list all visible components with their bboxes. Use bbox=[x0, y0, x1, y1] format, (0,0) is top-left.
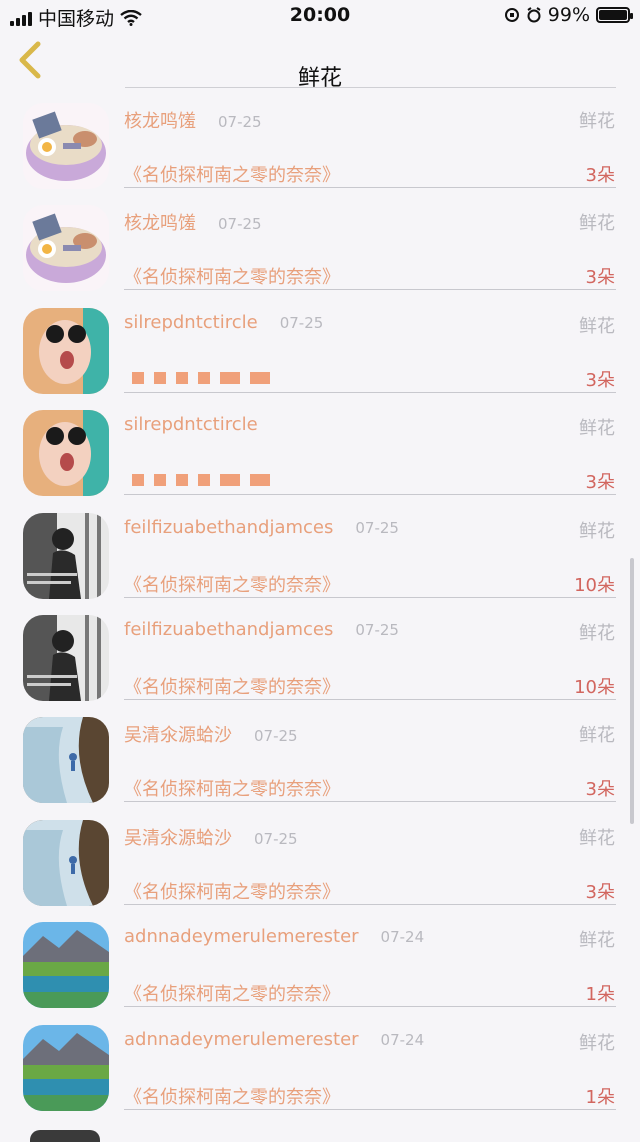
gift-type: 鲜花 bbox=[579, 111, 615, 132]
work-title[interactable]: 《名侦探柯南之零的奈奈》 bbox=[124, 775, 340, 801]
battery-icon bbox=[596, 7, 633, 23]
flower-count: 10朵 bbox=[574, 677, 615, 698]
list-item[interactable]: feilfizuabethandjamces 07-25 鲜花《名侦探柯南之零的奈奈… bbox=[0, 597, 640, 701]
send-date: 07-25 bbox=[218, 215, 262, 234]
flower-count: 1朵 bbox=[585, 984, 615, 1006]
list-item[interactable]: feilfizuabethandjamces 07-25 鲜花《名侦探柯南之零的奈奈… bbox=[0, 495, 640, 599]
battery-percent: 99% bbox=[547, 4, 590, 26]
sender-name[interactable]: 吴清氽源蛤沙 07-25 bbox=[124, 824, 298, 850]
avatar[interactable] bbox=[23, 615, 109, 701]
redacted-text bbox=[132, 474, 270, 487]
list-item[interactable]: 吴清氽源蛤沙 07-25 鲜花《名侦探柯南之零的奈奈》 3朵 bbox=[0, 699, 640, 804]
row-divider bbox=[124, 1108, 616, 1110]
orientation-lock-icon bbox=[504, 8, 519, 22]
list-item[interactable]: adnnadeymerulemerester 07-24 鲜花《名侦探柯南之零的奈奈… bbox=[0, 904, 640, 1009]
gift-type: 鲜花 bbox=[579, 418, 615, 440]
send-date: 07-24 bbox=[380, 1030, 425, 1049]
flower-count: 1朵 bbox=[585, 1086, 615, 1108]
list-item[interactable]: silrepdntctircle 07-25 鲜花 3朵 bbox=[0, 290, 640, 394]
work-title[interactable]: 《名侦探柯南之零的奈奈》 bbox=[124, 161, 340, 187]
work-title[interactable]: 《名侦探柯南之零的奈奈》 bbox=[124, 878, 340, 904]
send-date: 07-25 bbox=[355, 621, 399, 639]
nav-bar: 鲜花 bbox=[0, 32, 640, 91]
send-date: 07-25 bbox=[355, 518, 399, 537]
send-date: 07-25 bbox=[254, 727, 298, 746]
work-title[interactable]: 《名侦探柯南之零的奈奈》 bbox=[124, 263, 340, 289]
flower-count: 3朵 bbox=[585, 881, 615, 903]
gift-type: 鲜花 bbox=[579, 725, 615, 747]
avatar[interactable] bbox=[23, 205, 109, 292]
sender-name[interactable]: 核龙鸣馐 07-25 bbox=[124, 107, 262, 133]
sender-name[interactable]: 核龙鸣馐 07-25 bbox=[124, 209, 262, 235]
list-item[interactable]: 吴清氽源蛤沙 07-25 鲜花《名侦探柯南之零的奈奈》 3朵 bbox=[0, 802, 640, 906]
avatar[interactable] bbox=[23, 512, 109, 599]
send-date: 07-25 bbox=[218, 113, 262, 131]
avatar[interactable] bbox=[23, 410, 109, 497]
list-item[interactable]: 核龙鸣馐 07-25 鲜花《名侦探柯南之零的奈奈》 3朵 bbox=[0, 187, 640, 292]
partial-avatar bbox=[30, 1130, 100, 1142]
avatar[interactable] bbox=[23, 717, 109, 804]
gift-type: 鲜花 bbox=[579, 930, 615, 952]
list-item[interactable]: adnnadeymerulemerester 07-24 鲜花《名侦探柯南之零的奈奈… bbox=[0, 1007, 640, 1111]
sender-name[interactable]: feilfizuabethandjamces 07-25 bbox=[124, 619, 399, 640]
flower-list[interactable]: 核龙鸣馐 07-25 鲜花 《名侦探柯南之零的奈奈》 3朵 核龙鸣馐 07-25 鲜花 《名侦探… bbox=[0, 88, 640, 1138]
work-title[interactable]: 《名侦探柯南之零的奈奈》 bbox=[124, 980, 340, 1006]
gift-type: 鲜花 bbox=[579, 827, 615, 849]
flower-count: 3朵 bbox=[585, 369, 615, 391]
status-bar: 中国移动 20:00 99% bbox=[0, 0, 640, 32]
gift-type: 鲜花 bbox=[579, 315, 615, 337]
work-title[interactable]: 《名侦探柯南之零的奈奈》 bbox=[124, 673, 340, 699]
sender-name[interactable]: feilfizuabethandjamces 07-25 bbox=[124, 517, 399, 538]
gift-type: 鲜花 bbox=[579, 520, 615, 542]
send-date: 07-25 bbox=[254, 829, 298, 848]
avatar[interactable] bbox=[23, 307, 109, 394]
gift-type: 鲜花 bbox=[579, 623, 615, 644]
flower-count: 3朵 bbox=[585, 267, 615, 289]
flower-count: 3朵 bbox=[585, 779, 615, 801]
flower-count: 3朵 bbox=[585, 165, 615, 186]
redacted-text bbox=[132, 371, 270, 384]
work-title[interactable]: 《名侦探柯南之零的奈奈》 bbox=[124, 571, 340, 597]
status-right: 99% bbox=[504, 4, 633, 26]
flower-count: 3朵 bbox=[585, 472, 615, 494]
sender-name[interactable]: 吴清氽源蛤沙 07-25 bbox=[124, 721, 298, 747]
avatar[interactable] bbox=[23, 103, 109, 189]
scrollbar[interactable] bbox=[630, 558, 634, 824]
list-item[interactable]: 核龙鸣馐 07-25 鲜花《名侦探柯南之零的奈奈》 3朵 bbox=[0, 88, 640, 189]
sender-name[interactable]: adnnadeymerulemerester 07-24 bbox=[124, 926, 424, 947]
sender-name[interactable]: silrepdntctircle bbox=[124, 414, 280, 435]
flower-count: 10朵 bbox=[574, 574, 615, 596]
send-date: 07-24 bbox=[380, 928, 425, 947]
work-title[interactable]: 《名侦探柯南之零的奈奈》 bbox=[124, 1083, 340, 1109]
avatar[interactable] bbox=[23, 819, 109, 906]
avatar[interactable] bbox=[23, 922, 109, 1009]
send-date: 07-25 bbox=[279, 313, 324, 332]
gift-type: 鲜花 bbox=[579, 1032, 615, 1054]
gift-type: 鲜花 bbox=[579, 213, 615, 235]
alarm-icon bbox=[527, 7, 541, 23]
avatar[interactable] bbox=[23, 1024, 109, 1111]
sender-name[interactable]: adnnadeymerulemerester 07-24 bbox=[124, 1029, 424, 1050]
list-item[interactable]: silrepdntctircle 鲜花 3朵 bbox=[0, 392, 640, 497]
sender-name[interactable]: silrepdntctircle 07-25 bbox=[124, 312, 323, 333]
